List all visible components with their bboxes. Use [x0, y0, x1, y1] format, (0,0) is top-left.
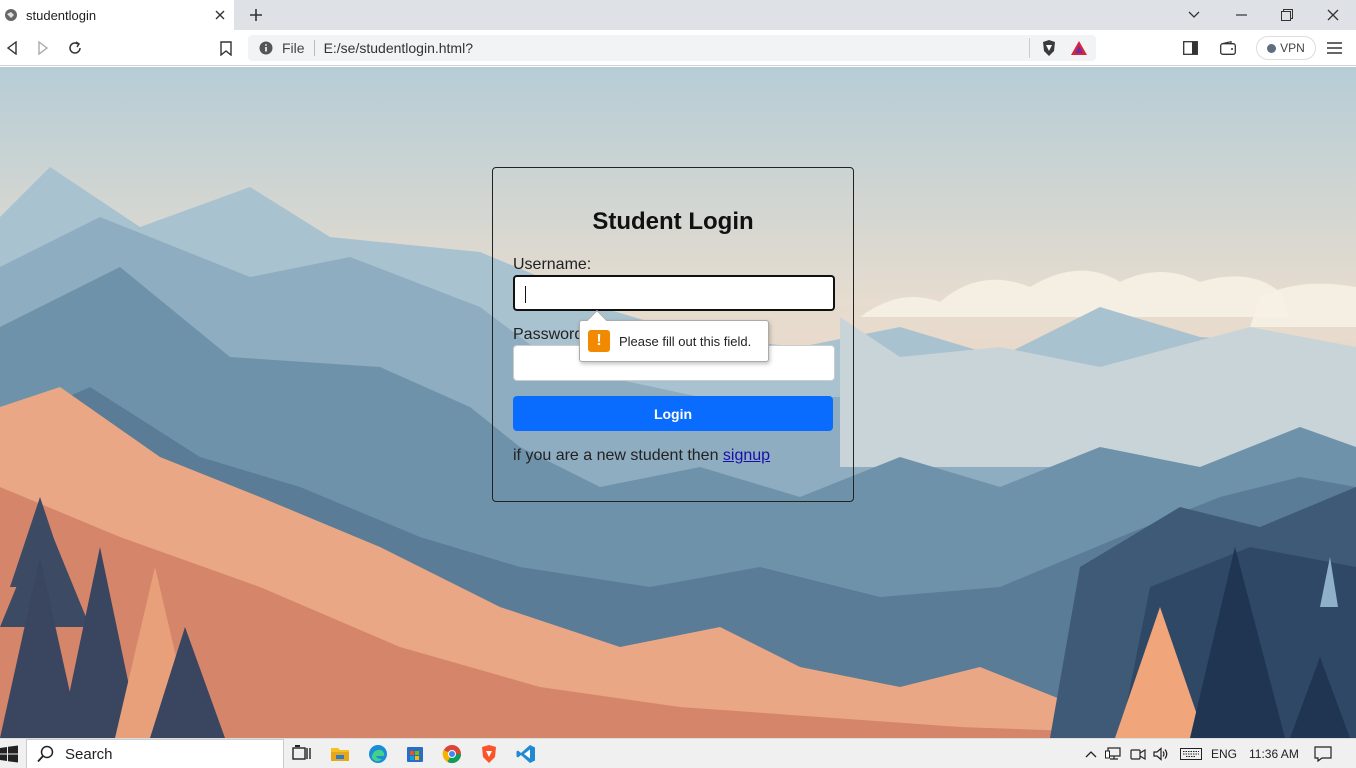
reload-button[interactable] [65, 38, 85, 58]
scheme-label: File [282, 40, 305, 56]
language-indicator[interactable]: ENG [1211, 747, 1237, 761]
tab-strip: studentlogin [0, 0, 1356, 30]
vpn-label: VPN [1280, 41, 1305, 55]
windows-start-icon[interactable] [0, 745, 18, 763]
search-icon [37, 745, 54, 763]
volume-icon[interactable] [1152, 745, 1170, 763]
brave-shield-icon[interactable] [1040, 39, 1058, 57]
login-button[interactable]: Login [513, 396, 833, 431]
text-caret [525, 286, 526, 303]
brave-rewards-icon[interactable] [1070, 39, 1088, 57]
signup-prefix: if you are a new student then [513, 447, 723, 464]
validation-tooltip: ! Please fill out this field. [579, 310, 769, 362]
back-button[interactable] [2, 38, 22, 58]
forward-button[interactable] [33, 38, 53, 58]
globe-icon [5, 9, 17, 21]
tab-search-chevron-icon[interactable] [1171, 0, 1217, 30]
validation-message: Please fill out this field. [619, 333, 752, 349]
password-label: Password: [513, 326, 588, 343]
file-explorer-icon[interactable] [330, 744, 350, 764]
close-tab-icon[interactable] [212, 7, 228, 23]
bookmark-icon[interactable] [216, 38, 236, 58]
wallet-icon[interactable] [1218, 38, 1238, 58]
edge-icon[interactable] [368, 744, 388, 764]
warning-icon: ! [588, 330, 610, 352]
page-viewport: Student Login Username: Password: Login … [0, 67, 1356, 738]
close-window-button[interactable] [1310, 0, 1356, 30]
store-icon[interactable] [405, 744, 425, 764]
meet-now-icon[interactable] [1129, 745, 1147, 763]
tray-chevron-up-icon[interactable] [1082, 745, 1100, 763]
vpn-button[interactable]: VPN [1256, 36, 1316, 60]
signup-link[interactable]: signup [723, 447, 770, 464]
taskbar-search[interactable]: Search [26, 739, 284, 768]
restore-button[interactable] [1264, 0, 1310, 30]
minimize-button[interactable] [1218, 0, 1264, 30]
username-input[interactable] [513, 275, 835, 311]
brave-browser-icon[interactable] [479, 744, 499, 764]
keyboard-icon[interactable] [1180, 745, 1202, 763]
search-placeholder: Search [65, 745, 113, 763]
signup-prompt: if you are a new student then signup [513, 447, 770, 465]
browser-toolbar: File E:/se/studentlogin.html? VPN [0, 30, 1356, 66]
tab-title: studentlogin [26, 7, 97, 23]
new-tab-button[interactable] [246, 5, 266, 25]
urlbar-divider [1029, 38, 1030, 58]
vpn-status-dot [1267, 43, 1277, 53]
address-bar[interactable]: File E:/se/studentlogin.html? [248, 35, 1096, 61]
url-text[interactable]: E:/se/studentlogin.html? [324, 40, 1029, 56]
vscode-icon[interactable] [516, 744, 536, 764]
info-icon[interactable] [259, 41, 273, 55]
login-heading: Student Login [592, 208, 754, 235]
browser-tab[interactable]: studentlogin [0, 0, 234, 30]
chrome-icon[interactable] [442, 744, 462, 764]
address-divider [313, 40, 315, 56]
sidebar-icon[interactable] [1180, 38, 1200, 58]
task-view-icon[interactable] [292, 744, 312, 764]
taskbar: Search ENG 11:36 AM [0, 738, 1356, 768]
network-icon[interactable] [1104, 745, 1122, 763]
menu-icon[interactable] [1324, 38, 1344, 58]
clock[interactable]: 11:36 AM [1249, 747, 1299, 761]
username-label: Username: [513, 256, 592, 273]
notification-icon[interactable] [1314, 745, 1332, 763]
